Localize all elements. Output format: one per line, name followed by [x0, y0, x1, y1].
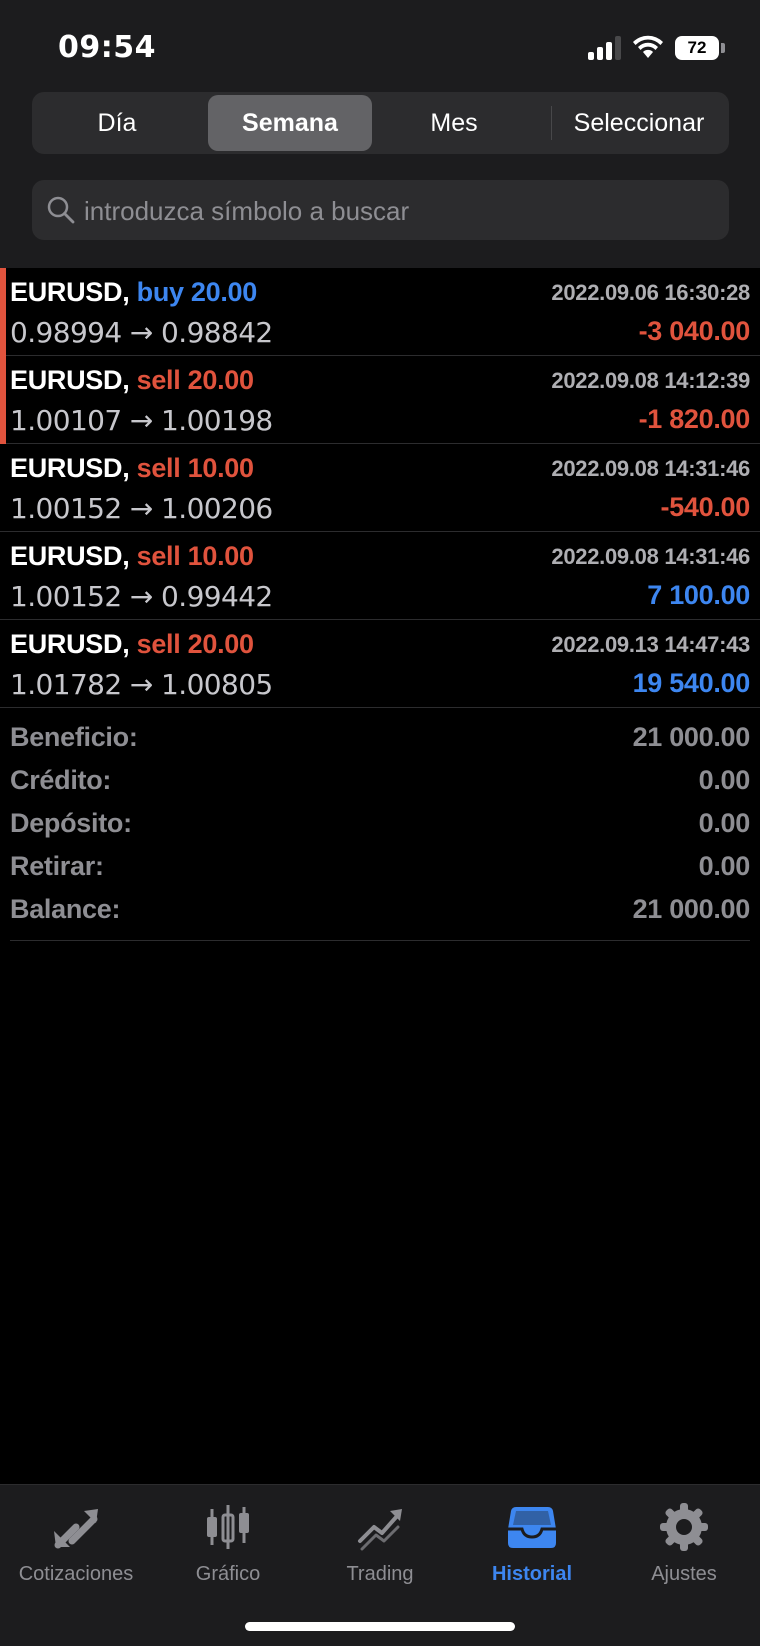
trade-datetime: 2022.09.08 14:12:39	[551, 368, 750, 393]
trade-prices: 0.98994 → 0.98842	[10, 316, 273, 349]
summary-label: Beneficio:	[10, 722, 138, 752]
trade-type: sell 10.00	[136, 453, 254, 483]
trade-title: EURUSD, sell 10.00	[10, 453, 254, 484]
trade-profit: -3 040.00	[638, 316, 751, 346]
tab-label: Ajustes	[651, 1563, 717, 1585]
tab-history[interactable]: Historial	[456, 1495, 608, 1595]
trade-history-list: EURUSD, buy 20.00 2022.09.06 16:30:28 0.…	[0, 268, 760, 708]
tab-trading[interactable]: Trading	[304, 1495, 456, 1595]
battery-cap	[721, 43, 725, 53]
summary-label: Crédito:	[10, 765, 112, 795]
trade-symbol: EURUSD,	[10, 453, 130, 483]
trade-prices: 1.00107 → 1.00198	[10, 404, 273, 437]
trade-row[interactable]: EURUSD, sell 10.00 2022.09.08 14:31:46 1…	[0, 444, 760, 532]
summary-value: 21 000.00	[632, 894, 751, 924]
home-indicator	[245, 1622, 515, 1631]
segment-month[interactable]: Mes	[372, 95, 536, 151]
wifi-icon	[633, 35, 663, 58]
loss-marker	[0, 356, 6, 444]
segment-select[interactable]: Seleccionar	[552, 95, 726, 151]
summary-row-deposit: Depósito: 0.00	[10, 804, 750, 847]
trade-datetime: 2022.09.06 16:30:28	[551, 280, 750, 305]
cellular-signal-icon	[588, 36, 624, 60]
status-bar: 09:54 72	[0, 0, 760, 90]
account-summary: Beneficio: 21 000.00 Crédito: 0.00 Depós…	[10, 718, 750, 941]
tab-label: Cotizaciones	[18, 1563, 134, 1585]
status-time: 09:54	[58, 30, 156, 65]
trade-datetime: 2022.09.08 14:31:46	[551, 544, 750, 569]
trade-datetime: 2022.09.08 14:31:46	[551, 456, 750, 481]
trade-row[interactable]: EURUSD, buy 20.00 2022.09.06 16:30:28 0.…	[0, 268, 760, 356]
summary-label: Balance:	[10, 894, 121, 924]
quotes-arrows-icon	[54, 1509, 98, 1549]
summary-label: Depósito:	[10, 808, 132, 838]
tab-label: Gráfico	[195, 1563, 261, 1585]
trade-type: sell 10.00	[136, 541, 254, 571]
summary-value: 0.00	[698, 808, 751, 838]
trade-title: EURUSD, sell 20.00	[10, 629, 254, 660]
tab-settings[interactable]: Ajustes	[608, 1495, 760, 1595]
segment-day[interactable]: Día	[35, 95, 199, 151]
loss-marker	[0, 268, 6, 356]
symbol-search-input[interactable]	[82, 180, 706, 242]
trade-row[interactable]: EURUSD, sell 10.00 2022.09.08 14:31:46 1…	[0, 532, 760, 620]
trade-symbol: EURUSD,	[10, 277, 130, 307]
trading-trend-icon	[358, 1509, 402, 1551]
trade-symbol: EURUSD,	[10, 629, 130, 659]
trade-title: EURUSD, sell 10.00	[10, 541, 254, 572]
summary-row-withdraw: Retirar: 0.00	[10, 847, 750, 890]
summary-value: 0.00	[698, 765, 751, 795]
gear-icon	[660, 1503, 708, 1551]
trade-row[interactable]: EURUSD, sell 20.00 2022.09.13 14:47:43 1…	[0, 620, 760, 708]
trade-datetime: 2022.09.13 14:47:43	[551, 632, 750, 657]
trade-profit: -1 820.00	[638, 404, 751, 434]
summary-label: Retirar:	[10, 851, 104, 881]
battery-indicator: 72	[675, 36, 719, 60]
candlestick-chart-icon	[207, 1505, 249, 1549]
trade-row[interactable]: EURUSD, sell 20.00 2022.09.08 14:12:39 1…	[0, 356, 760, 444]
segment-week[interactable]: Semana	[208, 95, 372, 151]
trade-profit: -540.00	[660, 492, 751, 522]
trade-type: sell 20.00	[136, 629, 254, 659]
trade-type: buy 20.00	[136, 277, 258, 307]
inbox-tray-icon	[508, 1507, 556, 1548]
trade-prices: 1.01782 → 1.00805	[10, 668, 273, 701]
bottom-tab-bar: Cotizaciones Gráfico Trading Historial A…	[0, 1484, 760, 1646]
trade-type: sell 20.00	[136, 365, 254, 395]
period-segmented-control: Día Semana Mes Seleccionar	[32, 92, 729, 154]
search-bar[interactable]	[32, 180, 729, 242]
trade-prices: 1.00152 → 0.99442	[10, 580, 273, 613]
tab-label: Historial	[491, 1563, 573, 1585]
tab-chart[interactable]: Gráfico	[152, 1495, 304, 1595]
summary-row-profit: Beneficio: 21 000.00	[10, 718, 750, 761]
trade-profit: 7 100.00	[647, 580, 750, 610]
trade-symbol: EURUSD,	[10, 365, 130, 395]
summary-value: 0.00	[698, 851, 751, 881]
tab-label: Trading	[346, 1563, 414, 1585]
trade-symbol: EURUSD,	[10, 541, 130, 571]
trade-profit: 19 540.00	[632, 668, 751, 698]
search-icon	[47, 196, 75, 224]
summary-row-balance: Balance: 21 000.00	[10, 890, 750, 933]
trade-title: EURUSD, buy 20.00	[10, 277, 257, 308]
trade-title: EURUSD, sell 20.00	[10, 365, 254, 396]
history-header: Día Semana Mes Seleccionar	[0, 90, 760, 268]
tab-quotes[interactable]: Cotizaciones	[0, 1495, 152, 1595]
summary-value: 21 000.00	[632, 722, 751, 752]
summary-row-credit: Crédito: 0.00	[10, 761, 750, 804]
trade-prices: 1.00152 → 1.00206	[10, 492, 273, 525]
